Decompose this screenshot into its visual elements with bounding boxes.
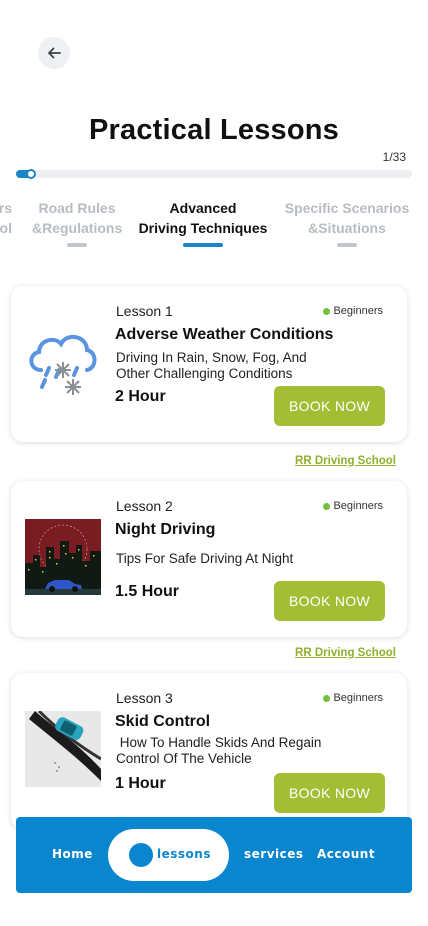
tab-label-line1: Specific Scenarios xyxy=(284,200,410,216)
book-now-button[interactable]: BOOK NOW xyxy=(274,581,385,621)
book-now-button[interactable]: BOOK NOW xyxy=(274,773,385,813)
skidding-car-image xyxy=(25,711,101,787)
level-badge: Beginners xyxy=(323,692,383,704)
lesson-title: Adverse Weather Conditions xyxy=(115,326,334,343)
tab-label-line1: rs xyxy=(0,200,12,216)
level-label: Beginners xyxy=(333,305,383,317)
nav-home[interactable]: Home xyxy=(52,847,93,861)
tab-indicator xyxy=(67,243,87,247)
category-tabs: rs rol Road Rules &Regulations Advanced … xyxy=(0,198,428,248)
tab-label-line2: &Situations xyxy=(308,220,386,236)
book-now-button[interactable]: BOOK NOW xyxy=(274,386,385,426)
level-badge: Beginners xyxy=(323,500,383,512)
tab-previous[interactable]: rs rol xyxy=(0,198,12,238)
progress-bar xyxy=(16,169,412,179)
nav-services[interactable]: services xyxy=(244,847,304,861)
lesson-number: Lesson 2 xyxy=(116,498,173,514)
tab-indicator-active xyxy=(183,243,223,247)
tab-road-rules[interactable]: Road Rules &Regulations xyxy=(32,198,122,247)
status-dot-icon xyxy=(323,307,331,315)
lesson-description: Tips For Safe Driving At Night xyxy=(116,551,294,566)
weather-storm-icon xyxy=(25,324,101,400)
lesson-duration: 2 Hour xyxy=(115,388,166,405)
lesson-card[interactable]: Lesson 1 Beginners Adverse Weather Condi… xyxy=(11,286,407,442)
lesson-card[interactable]: Lesson 2 Beginners Night Driving Tips Fo… xyxy=(11,481,407,637)
arrow-left-icon xyxy=(48,47,61,59)
status-dot-icon xyxy=(323,694,331,702)
bottom-navigation: Home lessons services Account xyxy=(16,817,412,893)
tab-label-line2: &Regulations xyxy=(32,220,123,236)
level-label: Beginners xyxy=(333,500,383,512)
lesson-title: Skid Control xyxy=(115,713,211,730)
lessons-icon xyxy=(129,843,153,867)
lesson-card[interactable]: Lesson 3 Beginners Skid Control How To H… xyxy=(11,673,407,829)
lesson-counter: 1/33 xyxy=(382,150,406,164)
lesson-title: Night Driving xyxy=(115,521,216,538)
level-badge: Beginners xyxy=(323,305,383,317)
status-dot-icon xyxy=(323,502,331,510)
nav-account[interactable]: Account xyxy=(317,847,375,861)
level-label: Beginners xyxy=(333,692,383,704)
tab-label-line1: Road Rules xyxy=(38,200,116,216)
school-link[interactable]: RR Driving School xyxy=(295,647,396,659)
school-link[interactable]: RR Driving School xyxy=(295,455,396,467)
tab-indicator xyxy=(337,243,357,247)
tab-specific-scenarios[interactable]: Specific Scenarios &Situations xyxy=(282,198,412,247)
tab-label-line2: Driving Techniques xyxy=(138,220,268,236)
back-button[interactable] xyxy=(38,37,70,69)
lesson-duration: 1 Hour xyxy=(115,775,166,792)
lesson-description: Driving In Rain, Snow, Fog, And Other Ch… xyxy=(116,350,307,381)
night-city-car-image xyxy=(25,519,101,595)
tab-label-line1: Advanced xyxy=(169,200,237,216)
nav-lessons[interactable]: lessons xyxy=(108,829,229,881)
lesson-number: Lesson 1 xyxy=(116,303,173,319)
tab-label-line2: rol xyxy=(0,220,12,236)
lesson-description: How To Handle Skids And Regain Control O… xyxy=(116,735,326,766)
progress-knob[interactable] xyxy=(26,169,36,179)
tab-advanced-driving[interactable]: Advanced Driving Techniques xyxy=(136,198,270,247)
nav-lessons-label: lessons xyxy=(157,847,211,861)
page-title: Practical Lessons xyxy=(88,114,340,146)
lesson-duration: 1.5 Hour xyxy=(115,583,180,600)
lesson-number: Lesson 3 xyxy=(116,690,173,706)
